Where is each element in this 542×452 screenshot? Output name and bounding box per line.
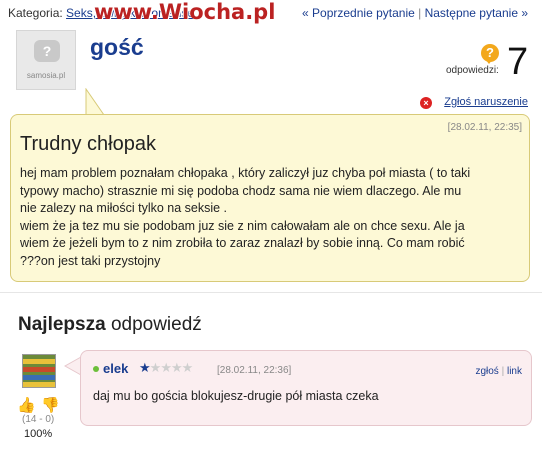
answer-body: daj mu bo gościa blokujesz-drugie pół mi… bbox=[93, 389, 379, 403]
question-body-line: hej mam problem poznałam chłopaka , któr… bbox=[20, 166, 471, 180]
avatar-brand-text: samosia.pl bbox=[26, 71, 66, 80]
online-status-dot bbox=[93, 366, 99, 372]
prev-question-link[interactable]: « Poprzednie pytanie bbox=[302, 6, 415, 20]
asker-name[interactable]: gość bbox=[90, 34, 144, 61]
question-body-line: wiem że ja tez mu sie podobam juz sie z … bbox=[20, 218, 465, 233]
star-empty-icon: ★ bbox=[160, 360, 172, 375]
vote-count: (14 - 0) bbox=[22, 414, 55, 425]
answers-count: 7 bbox=[507, 41, 529, 83]
answers-label: odpowiedzi: bbox=[446, 65, 499, 76]
report-violation-link[interactable]: Zgłoś naruszenie bbox=[444, 96, 528, 108]
report-answer-link[interactable]: zgłoś bbox=[475, 366, 498, 377]
asker-avatar[interactable]: ? samosia.pl bbox=[16, 30, 76, 90]
avatar-question-icon: ? bbox=[34, 40, 60, 62]
question-date: [28.02.11, 22:35] bbox=[447, 122, 522, 133]
question-body-line: wiem że jeżeli bym to z nim zrobiła to z… bbox=[20, 236, 465, 251]
question-body-line: ???on jest taki przystojny bbox=[20, 253, 161, 268]
nav-separator: | bbox=[418, 6, 422, 20]
vote-percent: 100% bbox=[24, 428, 53, 440]
star-empty-icon: ★ bbox=[181, 360, 194, 375]
best-answer-heading-bold: Najlepsza bbox=[18, 314, 106, 335]
answer-permalink[interactable]: link bbox=[507, 366, 522, 377]
star-empty-icon: ★ bbox=[149, 360, 162, 375]
question-title: Trudny chłopak bbox=[20, 133, 156, 155]
report-icon[interactable]: × bbox=[420, 97, 432, 109]
category-label: Kategoria: bbox=[8, 6, 63, 20]
question-body: hej mam problem poznałam chłopaka , któr… bbox=[20, 165, 520, 271]
question-navigation: « Poprzednie pytanie | Następne pytanie … bbox=[302, 6, 528, 20]
star-filled-icon: ★ bbox=[139, 360, 151, 375]
best-answer-heading: Najlepsza odpowiedź bbox=[18, 314, 202, 336]
answer-date: [28.02.11, 22:36] bbox=[217, 365, 292, 376]
answerer-avatar[interactable] bbox=[22, 354, 56, 388]
star-empty-icon: ★ bbox=[170, 360, 183, 375]
user-rating-stars: ★★★★★ bbox=[139, 360, 194, 376]
answerer-name[interactable]: elek bbox=[103, 361, 128, 376]
answer-actions-separator: | bbox=[501, 366, 505, 377]
section-divider bbox=[0, 292, 542, 293]
answers-question-icon: ? bbox=[481, 44, 499, 64]
question-body-line: typowy macho) strasznie mi się podoba ch… bbox=[20, 183, 462, 198]
thumb-up-icon[interactable]: 👍 bbox=[17, 396, 36, 414]
thumb-down-icon[interactable]: 👎 bbox=[41, 396, 60, 414]
site-watermark: www.Wiocha.pl bbox=[94, 0, 276, 24]
best-answer-heading-rest: odpowiedź bbox=[110, 314, 202, 335]
answer-actions: zgłoś | link bbox=[475, 366, 522, 377]
next-question-link[interactable]: Następne pytanie » bbox=[425, 6, 528, 20]
question-body-line: nie zalezy na miłości tylko na seksie . bbox=[20, 201, 228, 216]
